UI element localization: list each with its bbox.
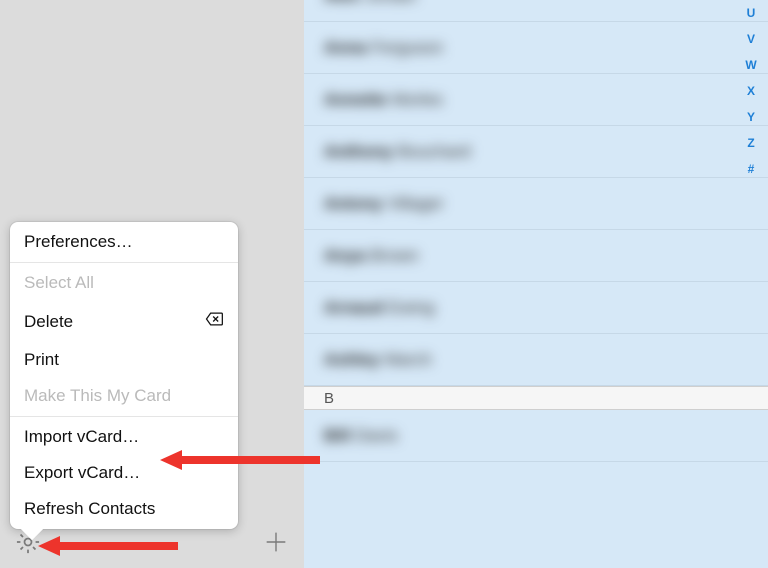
contact-row[interactable]: Ashley March xyxy=(304,334,768,386)
contact-row[interactable]: Annette Morles xyxy=(304,74,768,126)
contact-row[interactable]: Anthony Bouchard xyxy=(304,126,768,178)
contact-name: Antony Villager xyxy=(324,194,444,214)
index-letter[interactable]: Y xyxy=(744,110,758,124)
contact-row[interactable]: Antony Villager xyxy=(304,178,768,230)
menu-export-vcard[interactable]: Export vCard… xyxy=(10,455,238,491)
contact-name: Anya Brown xyxy=(324,246,419,266)
contact-row[interactable]: Alex Jordan xyxy=(304,0,768,22)
menu-label: Make This My Card xyxy=(24,386,171,406)
contact-name: Anna Ferguson xyxy=(324,38,443,58)
menu-separator xyxy=(10,262,238,263)
index-letter[interactable]: Z xyxy=(744,136,758,150)
menu-refresh-contacts[interactable]: Refresh Contacts xyxy=(10,491,238,527)
delete-icon xyxy=(204,309,224,334)
menu-label: Preferences… xyxy=(24,232,133,252)
menu-separator xyxy=(10,416,238,417)
contact-row[interactable]: Bill Davis xyxy=(304,410,768,462)
menu-make-card: Make This My Card xyxy=(10,378,238,414)
menu-label: Refresh Contacts xyxy=(24,499,155,519)
contact-name: Alex Jordan xyxy=(324,0,417,6)
menu-delete[interactable]: Delete xyxy=(10,301,238,342)
contact-name: Annette Morles xyxy=(324,90,443,110)
index-letter[interactable]: # xyxy=(744,162,758,176)
menu-print[interactable]: Print xyxy=(10,342,238,378)
menu-label: Export vCard… xyxy=(24,463,140,483)
index-rail[interactable]: U V W X Y Z # xyxy=(744,6,758,176)
menu-label: Select All xyxy=(24,273,94,293)
index-letter[interactable]: V xyxy=(744,32,758,46)
contact-row[interactable]: Anya Brown xyxy=(304,230,768,282)
index-letter[interactable]: W xyxy=(744,58,758,72)
contact-name: Arnaud Ewing xyxy=(324,298,435,318)
contact-row[interactable]: Anna Ferguson xyxy=(304,22,768,74)
contact-name: Bill Davis xyxy=(324,426,398,446)
contact-name: Ashley March xyxy=(324,350,432,370)
menu-label: Import vCard… xyxy=(24,427,139,447)
index-letter[interactable]: U xyxy=(744,6,758,20)
menu-import-vcard[interactable]: Import vCard… xyxy=(10,419,238,455)
settings-menu: Preferences… Select All Delete Print Mak… xyxy=(10,222,238,529)
plus-icon[interactable] xyxy=(262,528,290,561)
index-letter[interactable]: X xyxy=(744,84,758,98)
section-header-b: B xyxy=(304,386,768,410)
menu-select-all: Select All xyxy=(10,265,238,301)
contact-row[interactable]: Arnaud Ewing xyxy=(304,282,768,334)
menu-label: Print xyxy=(24,350,59,370)
contacts-list[interactable]: Alex Jordan Anna Ferguson Annette Morles… xyxy=(304,0,768,568)
menu-label: Delete xyxy=(24,312,73,332)
menu-preferences[interactable]: Preferences… xyxy=(10,224,238,260)
contact-name: Anthony Bouchard xyxy=(324,142,470,162)
